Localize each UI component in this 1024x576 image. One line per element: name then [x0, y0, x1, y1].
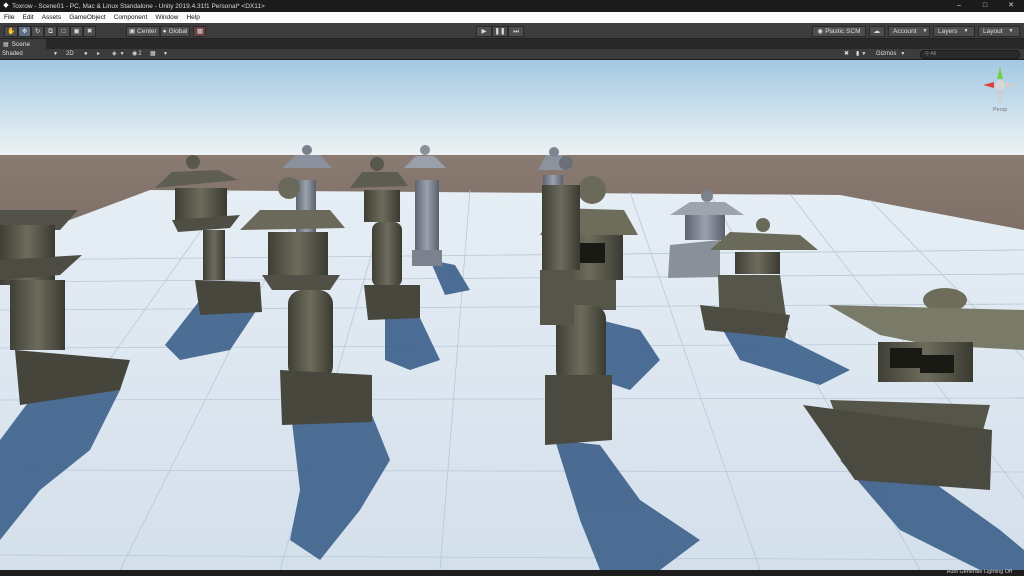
grid-toggle[interactable]: ▦: [150, 50, 156, 59]
scene-orientation-gizmo[interactable]: [980, 65, 1020, 105]
scene-icon: ▦: [3, 41, 9, 48]
scene-render: [0, 60, 1024, 570]
transform-icon: ▣: [73, 28, 80, 35]
menu-file[interactable]: File: [0, 12, 18, 23]
menu-window[interactable]: Window: [151, 12, 182, 23]
scale-tool-button[interactable]: ⧉: [44, 26, 58, 37]
chevron-down-icon: ▼: [861, 51, 867, 57]
effects-icon: ◈: [112, 51, 117, 57]
scene-search-input[interactable]: ⚲ All: [920, 50, 1020, 59]
eye-slash-icon: ◉: [132, 51, 138, 57]
camera-settings-dropdown[interactable]: ▮ ▼: [856, 50, 866, 59]
chevron-down-icon: ▼: [53, 51, 58, 57]
hand-tool-button[interactable]: ✋: [4, 26, 19, 37]
rect-tool-button[interactable]: □: [57, 26, 71, 37]
tools-icon: ✖: [86, 28, 93, 35]
step-icon: ⏭: [513, 28, 519, 35]
close-button[interactable]: ✕: [998, 0, 1024, 12]
pause-button[interactable]: ❚❚: [492, 26, 508, 37]
hand-icon: ✋: [7, 28, 16, 35]
move-tool-button[interactable]: ✥: [18, 26, 32, 37]
menu-assets[interactable]: Assets: [38, 12, 66, 23]
chevron-down-icon: ▼: [922, 28, 928, 34]
status-bar: Auto Generate Lighting Off: [0, 569, 1024, 576]
menu-help[interactable]: Help: [182, 12, 203, 23]
gizmo-view-label[interactable]: Persp: [993, 107, 1007, 113]
scale-icon: ⧉: [48, 28, 53, 35]
tab-row: ▦ Scene: [0, 39, 1024, 49]
cloud-icon: ☁: [873, 28, 881, 35]
move-icon: ✥: [21, 28, 28, 35]
maximize-button[interactable]: □: [972, 0, 998, 12]
globe-icon: ●: [162, 28, 167, 35]
chevron-down-icon: ▼: [163, 51, 168, 57]
tab-scene[interactable]: ▦ Scene: [0, 39, 46, 49]
transform-tool-button[interactable]: ▣: [70, 26, 84, 37]
transform-tools: ✋ ✥ ↻ ⧉ □ ▣ ✖: [4, 26, 97, 37]
lighting-toggle[interactable]: ●: [84, 50, 88, 59]
layers-dropdown[interactable]: Layers ▼: [933, 26, 975, 37]
rotate-tool-button[interactable]: ↻: [31, 26, 45, 37]
pivot-controls: ▣ Center ● Global ▦: [126, 26, 207, 37]
play-controls: ▶ ❚❚ ⏭: [476, 26, 524, 37]
grid-snap-icon: ▦: [196, 28, 203, 35]
chevron-down-icon: ▼: [119, 51, 125, 57]
space-global-button[interactable]: ● Global: [159, 26, 191, 37]
speaker-icon: ▸: [97, 51, 101, 57]
title-bar: ◆ Toxrow - Scene01 - PC, Mac & Linux Sta…: [0, 0, 1024, 12]
plastic-scm-button[interactable]: ◉ Plastic SCM: [812, 26, 866, 37]
step-button[interactable]: ⏭: [508, 26, 524, 37]
chevron-down-icon: ▼: [963, 28, 969, 34]
gizmos-dropdown[interactable]: Gizmos ▼: [876, 50, 905, 59]
custom-tool-button[interactable]: ✖: [83, 26, 97, 37]
menu-component[interactable]: Component: [110, 12, 152, 23]
rotate-icon: ↻: [34, 28, 41, 35]
grid-icon: ▦: [150, 51, 156, 57]
pivot-center-button[interactable]: ▣ Center: [126, 26, 160, 37]
hidden-objects-toggle[interactable]: ◉ 2: [132, 50, 142, 59]
scene-viewport[interactable]: Persp: [0, 60, 1024, 570]
scene-view-toolbar: Shaded ▼ 2D ● ▸ ◈ ▼ ◉ 2 ▦ ▼ ✖ ▮ ▼ Gizmos ▼ ⚲…: [0, 49, 1024, 60]
account-dropdown[interactable]: Account ▼: [888, 26, 930, 37]
search-icon: ⚲: [925, 51, 930, 57]
snap-button[interactable]: ▦: [193, 26, 207, 37]
pivot-icon: ▣: [129, 28, 136, 35]
toggle-2d-button[interactable]: 2D: [66, 50, 74, 59]
shading-mode-dropdown[interactable]: Shaded ▼: [2, 50, 60, 59]
chevron-down-icon: ▼: [900, 51, 906, 57]
rect-icon: □: [61, 28, 66, 35]
audio-toggle[interactable]: ▸: [97, 50, 100, 59]
chevron-down-icon: ▼: [1008, 28, 1014, 34]
status-text: Auto Generate Lighting Off: [946, 569, 1012, 575]
tools-settings-button[interactable]: ✖: [844, 50, 849, 59]
window-controls: – □ ✕: [946, 0, 1024, 12]
floor-plane: [0, 190, 1024, 570]
grid-dropdown[interactable]: ▼: [163, 50, 168, 59]
plastic-icon: ◉: [817, 28, 824, 35]
unity-logo-icon: ◆: [3, 2, 9, 9]
main-toolbar: ✋ ✥ ↻ ⧉ □ ▣ ✖ ▣ Center ● Global ▦ ▶ ❚❚ ⏭ ◉…: [0, 23, 1024, 39]
menu-edit[interactable]: Edit: [18, 12, 37, 23]
toolbar-right: ◉ Plastic SCM ☁ Account ▼ Layers ▼ Layout ▼: [812, 26, 1020, 37]
play-button[interactable]: ▶: [476, 26, 492, 37]
play-icon: ▶: [481, 28, 487, 35]
effects-dropdown[interactable]: ◈ ▼: [112, 50, 125, 59]
layout-dropdown[interactable]: Layout ▼: [978, 26, 1020, 37]
pause-icon: ❚❚: [494, 28, 506, 35]
collab-cloud-button[interactable]: ☁: [868, 26, 885, 37]
minimize-button[interactable]: –: [946, 0, 972, 12]
light-bulb-icon: ●: [84, 51, 88, 57]
camera-icon: ▮: [856, 51, 860, 57]
menu-gameobject[interactable]: GameObject: [65, 12, 110, 23]
menu-bar: File Edit Assets GameObject Component Wi…: [0, 12, 1024, 23]
window-title: Toxrow - Scene01 - PC, Mac & Linux Stand…: [12, 2, 265, 10]
wrench-icon: ✖: [844, 51, 850, 57]
sky: [0, 60, 1024, 155]
